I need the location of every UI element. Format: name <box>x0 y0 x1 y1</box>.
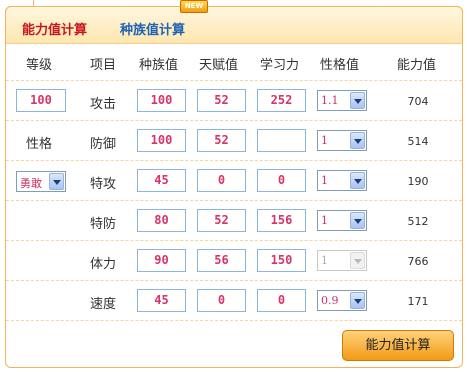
tab-bar: 能力值计算 种族值计算 <box>5 6 463 44</box>
modifier-value: 1 <box>321 214 328 227</box>
nature-select[interactable]: 勇敢 <box>16 171 66 192</box>
result-value: 704 <box>407 95 429 108</box>
col-base: 种族值 <box>139 58 179 73</box>
result-value: 766 <box>407 255 429 268</box>
col-nature-mod: 性格值 <box>320 58 360 73</box>
result-value: 171 <box>407 295 429 308</box>
ev-input[interactable]: 150 <box>257 249 306 272</box>
chevron-down-icon <box>49 173 64 190</box>
result-value: 514 <box>407 135 429 148</box>
modifier-select-disabled: 1 <box>317 250 367 271</box>
chevron-down-icon <box>350 172 365 189</box>
base-input[interactable]: 100 <box>137 89 186 112</box>
base-input[interactable]: 80 <box>137 209 186 232</box>
stat-label: 体力 <box>90 257 117 272</box>
ev-input[interactable]: 0 <box>257 169 306 192</box>
iv-input[interactable]: 52 <box>197 209 246 232</box>
tab-stat-calculator[interactable]: 能力值计算 <box>22 19 87 38</box>
base-input[interactable]: 100 <box>137 129 186 152</box>
stat-row-hp: 体力 90 56 150 1 766 <box>6 240 462 280</box>
modifier-value: 0.9 <box>321 294 339 307</box>
base-input[interactable]: 90 <box>137 249 186 272</box>
nature-label: 性格 <box>26 137 53 152</box>
iv-input[interactable]: 52 <box>197 89 246 112</box>
level-input[interactable]: 100 <box>16 89 66 112</box>
col-result: 能力值 <box>397 58 437 73</box>
modifier-select[interactable]: 1 <box>317 130 367 151</box>
iv-input[interactable]: 0 <box>197 289 246 312</box>
modifier-select[interactable]: 1.1 <box>317 90 367 111</box>
col-level: 等级 <box>26 58 53 73</box>
calculate-button[interactable]: 能力值计算 <box>342 330 454 361</box>
modifier-value: 1 <box>321 174 328 187</box>
stat-row-defense: 性格 防御 100 52 1 514 <box>6 120 462 160</box>
iv-input[interactable]: 52 <box>197 129 246 152</box>
stat-label: 速度 <box>90 297 117 312</box>
iv-input[interactable]: 0 <box>197 169 246 192</box>
modifier-select[interactable]: 0.9 <box>317 290 367 311</box>
modifier-value: 1 <box>321 134 328 147</box>
new-badge: NEW <box>180 0 208 13</box>
col-stat: 项目 <box>90 58 117 73</box>
nature-value: 勇敢 <box>20 177 42 190</box>
modifier-select[interactable]: 1 <box>317 170 367 191</box>
chevron-down-icon <box>350 252 365 269</box>
modifier-select[interactable]: 1 <box>317 210 367 231</box>
base-input[interactable]: 45 <box>137 289 186 312</box>
chevron-down-icon <box>350 132 365 149</box>
col-iv: 天赋值 <box>199 58 239 73</box>
ev-input[interactable]: 156 <box>257 209 306 232</box>
column-header: 等级 项目 种族值 天赋值 学习力 性格值 能力值 <box>6 45 462 76</box>
row-divider <box>6 320 462 321</box>
stat-row-sp-attack: 勇敢 特攻 45 0 0 1 190 <box>6 160 462 200</box>
modifier-value: 1.1 <box>321 94 339 107</box>
iv-input[interactable]: 56 <box>197 249 246 272</box>
col-ev: 学习力 <box>260 58 300 73</box>
result-value: 190 <box>407 175 429 188</box>
tab-base-stat-calculator[interactable]: 种族值计算 <box>120 19 185 38</box>
result-value: 512 <box>407 215 429 228</box>
chevron-down-icon <box>350 212 365 229</box>
stat-label: 特攻 <box>90 177 117 192</box>
stat-label: 攻击 <box>90 97 117 112</box>
stat-label: 特防 <box>90 217 117 232</box>
stat-label: 防御 <box>90 137 117 152</box>
chevron-down-icon <box>350 292 365 309</box>
base-input[interactable]: 45 <box>137 169 186 192</box>
ev-input[interactable]: 0 <box>257 289 306 312</box>
ev-input[interactable]: 252 <box>257 89 306 112</box>
modifier-value: 1 <box>321 254 328 267</box>
stat-row-attack: 100 攻击 100 52 252 1.1 704 <box>6 80 462 120</box>
stat-row-sp-defense: 特防 80 52 156 1 512 <box>6 200 462 240</box>
chevron-down-icon <box>350 92 365 109</box>
stat-row-speed: 速度 45 0 0 0.9 171 <box>6 280 462 320</box>
ev-input[interactable] <box>257 129 306 152</box>
